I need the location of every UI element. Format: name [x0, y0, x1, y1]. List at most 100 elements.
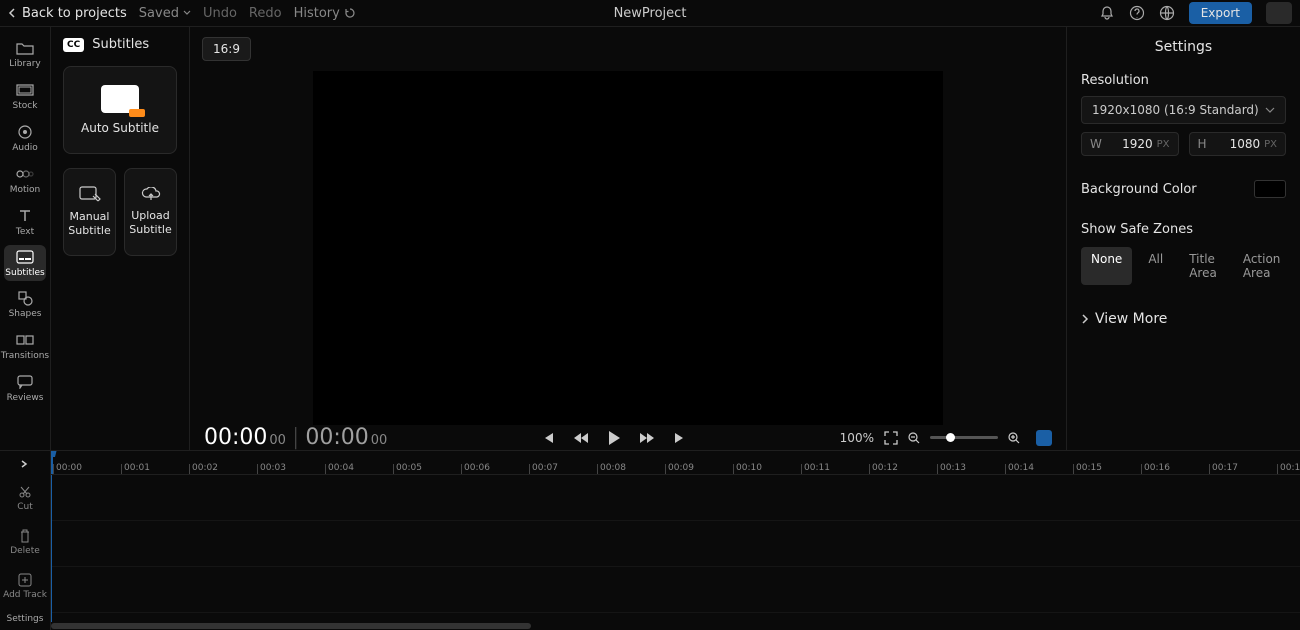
rail-reviews[interactable]: Reviews	[0, 367, 50, 409]
height-input[interactable]: H 1080 PX	[1189, 132, 1287, 156]
rail-transitions[interactable]: Transitions	[0, 325, 50, 367]
avatar[interactable]	[1266, 2, 1292, 24]
safe-none[interactable]: None	[1081, 247, 1132, 285]
motion-icon	[16, 165, 34, 183]
reviews-icon	[16, 373, 34, 391]
ruler-mark: 00:09	[665, 464, 733, 474]
back-to-projects-button[interactable]: Back to projects	[8, 6, 127, 21]
rail-subtitles[interactable]: Subtitles	[4, 245, 46, 281]
ruler-mark: 00:02	[189, 464, 257, 474]
trash-icon	[19, 529, 31, 543]
chevron-down-icon[interactable]	[183, 10, 191, 16]
video-canvas[interactable]	[313, 71, 943, 425]
transitions-icon	[16, 331, 34, 349]
settings-panel: Settings Resolution 1920x1080 (16:9 Stan…	[1066, 27, 1300, 450]
shapes-icon	[16, 289, 34, 307]
text-icon	[16, 207, 34, 225]
rail-shapes[interactable]: Shapes	[0, 283, 50, 325]
zoom-out-icon[interactable]	[908, 432, 920, 444]
plus-icon	[18, 573, 32, 587]
safe-action[interactable]: Action Area	[1233, 247, 1291, 285]
forward-button[interactable]	[639, 432, 655, 444]
saved-status: Saved	[139, 6, 191, 21]
bell-icon[interactable]	[1099, 5, 1115, 21]
history-button[interactable]: History	[294, 6, 356, 21]
stock-icon	[16, 81, 34, 99]
ruler-mark: 00:04	[325, 464, 393, 474]
resolution-select[interactable]: 1920x1080 (16:9 Standard)	[1081, 96, 1286, 124]
width-input[interactable]: W 1920 PX	[1081, 132, 1179, 156]
left-rail: Library Stock Audio Motion Text Subtitle…	[0, 27, 51, 450]
safe-all[interactable]: All	[1138, 247, 1173, 285]
top-bar: Back to projects Saved Undo Redo History…	[0, 0, 1300, 27]
rewind-button[interactable]	[573, 432, 589, 444]
rail-audio[interactable]: Audio	[0, 117, 50, 159]
ruler-mark: 00:15	[1073, 464, 1141, 474]
chevron-down-icon	[1265, 107, 1275, 113]
track-row[interactable]	[51, 567, 1300, 613]
folder-icon	[16, 39, 34, 57]
rail-motion[interactable]: Motion	[0, 159, 50, 201]
auto-subtitle-button[interactable]: Auto Subtitle	[63, 66, 177, 154]
ruler-mark: 00:01	[121, 464, 189, 474]
bg-color-swatch[interactable]	[1254, 180, 1286, 198]
timeline-tracks[interactable]	[51, 475, 1300, 622]
view-more-button[interactable]: View More	[1081, 311, 1286, 327]
redo-button[interactable]: Redo	[249, 6, 282, 21]
play-button[interactable]	[607, 430, 621, 446]
ruler-mark: 00:06	[461, 464, 529, 474]
zoom-percent: 100%	[840, 431, 874, 445]
preview-area: 16:9 00:0000 | 00:0000 100%	[190, 27, 1066, 450]
ruler-mark: 00:11	[801, 464, 869, 474]
rail-stock[interactable]: Stock	[0, 75, 50, 117]
subtitle-panel: CC Subtitles Auto Subtitle Manual Subtit…	[51, 27, 190, 450]
manual-subtitle-button[interactable]: Manual Subtitle	[63, 168, 116, 256]
panel-header: CC Subtitles	[63, 37, 177, 52]
fit-button[interactable]	[1036, 430, 1052, 446]
subtitles-icon	[16, 248, 34, 266]
aspect-ratio-button[interactable]: 16:9	[202, 37, 251, 61]
ruler-mark: 00:03	[257, 464, 325, 474]
safe-title[interactable]: Title Area	[1179, 247, 1227, 285]
help-icon[interactable]	[1129, 5, 1145, 21]
history-icon	[344, 7, 356, 19]
cut-tool[interactable]: Cut	[0, 477, 50, 521]
safe-zones-label: Show Safe Zones	[1081, 222, 1286, 237]
timeline-collapse-button[interactable]	[0, 451, 50, 477]
ruler-mark: 00:18	[1277, 464, 1300, 474]
upload-icon	[140, 187, 162, 203]
ruler-mark: 00:17	[1209, 464, 1277, 474]
zoom-slider[interactable]	[930, 436, 998, 439]
export-button[interactable]: Export	[1189, 2, 1252, 24]
ruler-mark: 00:10	[733, 464, 801, 474]
zoom-in-icon[interactable]	[1008, 432, 1020, 444]
project-title[interactable]: NewProject	[614, 6, 687, 21]
delete-tool[interactable]: Delete	[0, 521, 50, 565]
back-label: Back to projects	[22, 6, 127, 21]
timeline-ruler[interactable]: 00:0000:0100:0200:0300:0400:0500:0600:07…	[51, 451, 1300, 475]
timeline-scrollbar[interactable]	[51, 622, 1300, 630]
track-row[interactable]	[51, 475, 1300, 521]
skip-start-button[interactable]	[541, 431, 555, 445]
ruler-mark: 00:13	[937, 464, 1005, 474]
track-row[interactable]	[51, 521, 1300, 567]
bg-color-label: Background Color	[1081, 182, 1197, 197]
fullscreen-icon[interactable]	[884, 431, 898, 445]
ruler-mark: 00:12	[869, 464, 937, 474]
cut-icon	[18, 485, 32, 499]
rail-text[interactable]: Text	[0, 201, 50, 243]
ruler-mark: 00:07	[529, 464, 597, 474]
ruler-mark: 00:08	[597, 464, 665, 474]
ruler-mark: 00:00	[53, 464, 121, 474]
chevron-left-icon	[8, 8, 18, 18]
resolution-label: Resolution	[1081, 73, 1286, 88]
chevron-right-icon	[1081, 314, 1089, 324]
upload-subtitle-button[interactable]: Upload Subtitle	[124, 168, 177, 256]
rail-library[interactable]: Library	[0, 33, 50, 75]
timeline-settings[interactable]: Settings	[0, 608, 50, 630]
undo-button[interactable]: Undo	[203, 6, 237, 21]
cc-icon: CC	[63, 38, 84, 52]
add-track-tool[interactable]: Add Track	[0, 564, 50, 608]
skip-end-button[interactable]	[673, 431, 687, 445]
globe-icon[interactable]	[1159, 5, 1175, 21]
